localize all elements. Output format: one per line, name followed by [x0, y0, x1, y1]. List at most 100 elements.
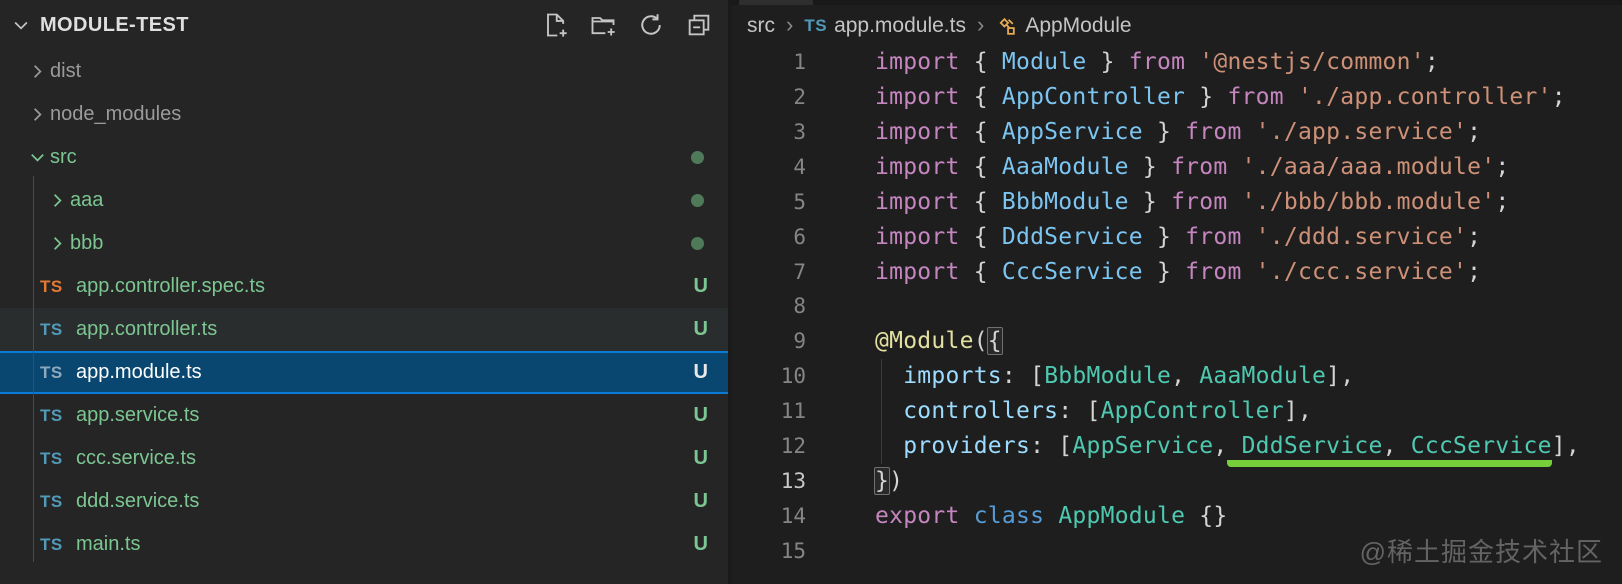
- ts-file-icon: TS: [40, 406, 76, 426]
- breadcrumb-label: src: [747, 14, 775, 38]
- code-line-4[interactable]: 4import { AaaModule } from './aaa/aaa.mo…: [731, 150, 1622, 185]
- tree-folder-aaa[interactable]: aaa: [0, 179, 728, 222]
- chevron-right-icon[interactable]: [24, 104, 50, 125]
- explorer-sidebar: MODULE-TEST: [0, 0, 728, 584]
- tree-file-ddd.service.ts[interactable]: TSddd.service.tsU: [0, 480, 728, 523]
- code-token: providers: [903, 433, 1030, 459]
- line-number: 9: [731, 324, 806, 359]
- ts-file-icon: TS: [40, 449, 76, 469]
- code-line-1[interactable]: 1import { Module } from '@nestjs/common'…: [731, 45, 1622, 80]
- breadcrumb-item-src[interactable]: src: [747, 14, 775, 38]
- code-line-14[interactable]: 14export class AppModule {}: [731, 499, 1622, 534]
- code-token: './ddd.service': [1256, 224, 1467, 250]
- tree-folder-bbb[interactable]: bbb: [0, 222, 728, 265]
- code-token: export: [875, 503, 960, 529]
- line-number: 14: [731, 499, 806, 534]
- code-token: AaaModule: [1002, 154, 1129, 180]
- chevron-right-icon[interactable]: [44, 190, 70, 211]
- code-token: from: [1171, 154, 1227, 180]
- code-token: ;: [1467, 119, 1481, 145]
- code-token: AppService: [1002, 119, 1143, 145]
- ts-file-icon: TS: [40, 363, 76, 383]
- code-token: import: [875, 259, 960, 285]
- line-number: 4: [731, 150, 806, 185]
- code-line-text: import { AppController } from './app.con…: [806, 80, 1566, 115]
- collapse-all-icon[interactable]: [684, 10, 714, 40]
- new-folder-button[interactable]: [588, 10, 618, 40]
- breadcrumb-label: app.module.ts: [834, 14, 966, 38]
- chevron-down-icon[interactable]: [24, 147, 50, 168]
- code-line-text: [806, 289, 875, 324]
- git-untracked-badge: U: [694, 318, 708, 341]
- code-token: {: [987, 327, 1003, 355]
- code-line-7[interactable]: 7import { CccService } from './ccc.servi…: [731, 255, 1622, 290]
- code-token: ,: [1383, 433, 1411, 459]
- code-line-5[interactable]: 5import { BbbModule } from './bbb/bbb.mo…: [731, 185, 1622, 220]
- code-token: @Module: [875, 328, 974, 354]
- class-symbol-icon: [995, 15, 1018, 38]
- refresh-icon[interactable]: [636, 10, 666, 40]
- explorer-section-header[interactable]: MODULE-TEST: [0, 0, 728, 50]
- code-token: [960, 503, 974, 529]
- tab-bar-edge: [731, 0, 1622, 5]
- tree-file-app.module.ts[interactable]: TSapp.module.tsU: [0, 351, 728, 394]
- explorer-root-title: MODULE-TEST: [40, 14, 189, 37]
- git-modified-dot-badge: [691, 194, 704, 207]
- code-token: }: [1129, 154, 1171, 180]
- code-token: AppService: [1072, 433, 1213, 459]
- code-line-8[interactable]: 8: [731, 289, 1622, 324]
- tree-file-main.ts[interactable]: TSmain.tsU: [0, 523, 728, 566]
- tree-item-label: app.module.ts: [76, 361, 202, 384]
- code-token: : [: [1058, 398, 1100, 424]
- line-number: 8: [731, 289, 806, 324]
- code-line-text: import { AppService } from './app.servic…: [806, 115, 1481, 150]
- code-token: BbbModule: [1002, 189, 1129, 215]
- code-token: ;: [1495, 189, 1509, 215]
- tree-file-app.controller.spec.ts[interactable]: TSapp.controller.spec.tsU: [0, 265, 728, 308]
- breadcrumb-label: AppModule: [1025, 14, 1131, 38]
- tree-folder-node_modules[interactable]: node_modules: [0, 93, 728, 136]
- code-line-12[interactable]: 12 providers: [AppService, DddService, C…: [731, 429, 1622, 464]
- breadcrumb-item-AppModule[interactable]: AppModule: [995, 14, 1131, 38]
- code-token: imports: [903, 363, 1002, 389]
- tree-file-app.service.ts[interactable]: TSapp.service.tsU: [0, 394, 728, 437]
- code-line-text: providers: [AppService, DddService, CccS…: [806, 429, 1580, 464]
- new-file-button[interactable]: [540, 10, 570, 40]
- tree-file-ccc.service.ts[interactable]: TSccc.service.tsU: [0, 437, 728, 480]
- code-token: }: [1185, 84, 1227, 110]
- code-line-2[interactable]: 2import { AppController } from './app.co…: [731, 80, 1622, 115]
- code-token: from: [1171, 189, 1227, 215]
- tree-file-app.controller.ts[interactable]: TSapp.controller.tsU: [0, 308, 728, 351]
- chevron-down-icon[interactable]: [8, 15, 34, 35]
- code-token: {: [960, 189, 1002, 215]
- code-line-11[interactable]: 11 controllers: [AppController],: [731, 394, 1622, 429]
- code-line-13[interactable]: 13}): [731, 464, 1622, 499]
- code-line-3[interactable]: 3import { AppService } from './app.servi…: [731, 115, 1622, 150]
- code-token: import: [875, 119, 960, 145]
- chevron-right-icon[interactable]: [24, 61, 50, 82]
- code-line-9[interactable]: 9@Module({: [731, 324, 1622, 359]
- code-token: import: [875, 224, 960, 250]
- code-line-text: import { AaaModule } from './aaa/aaa.mod…: [806, 150, 1509, 185]
- code-token: from: [1185, 259, 1241, 285]
- tree-folder-src[interactable]: src: [0, 136, 728, 179]
- code-token: {: [960, 154, 1002, 180]
- code-token: AaaModule: [1199, 363, 1326, 389]
- line-number: 3: [731, 115, 806, 150]
- code-line-6[interactable]: 6import { DddService } from './ddd.servi…: [731, 220, 1622, 255]
- code-token: {: [960, 84, 1002, 110]
- tree-folder-dist[interactable]: dist: [0, 50, 728, 93]
- git-untracked-badge: U: [694, 404, 708, 427]
- git-untracked-badge: U: [694, 447, 708, 470]
- breadcrumb-item-app.module.ts[interactable]: TSapp.module.ts: [804, 14, 966, 38]
- code-line-10[interactable]: 10 imports: [BbbModule, AaaModule],: [731, 359, 1622, 394]
- code-token: './app.service': [1256, 119, 1467, 145]
- git-untracked-badge: U: [694, 533, 708, 556]
- code-token: class: [974, 503, 1045, 529]
- code-token: DddService: [1242, 433, 1383, 459]
- code-token: from: [1227, 84, 1283, 110]
- code-token: ;: [1467, 259, 1481, 285]
- code-area[interactable]: 1import { Module } from '@nestjs/common'…: [731, 45, 1622, 569]
- chevron-right-icon[interactable]: [44, 233, 70, 254]
- code-token: BbbModule: [1044, 363, 1171, 389]
